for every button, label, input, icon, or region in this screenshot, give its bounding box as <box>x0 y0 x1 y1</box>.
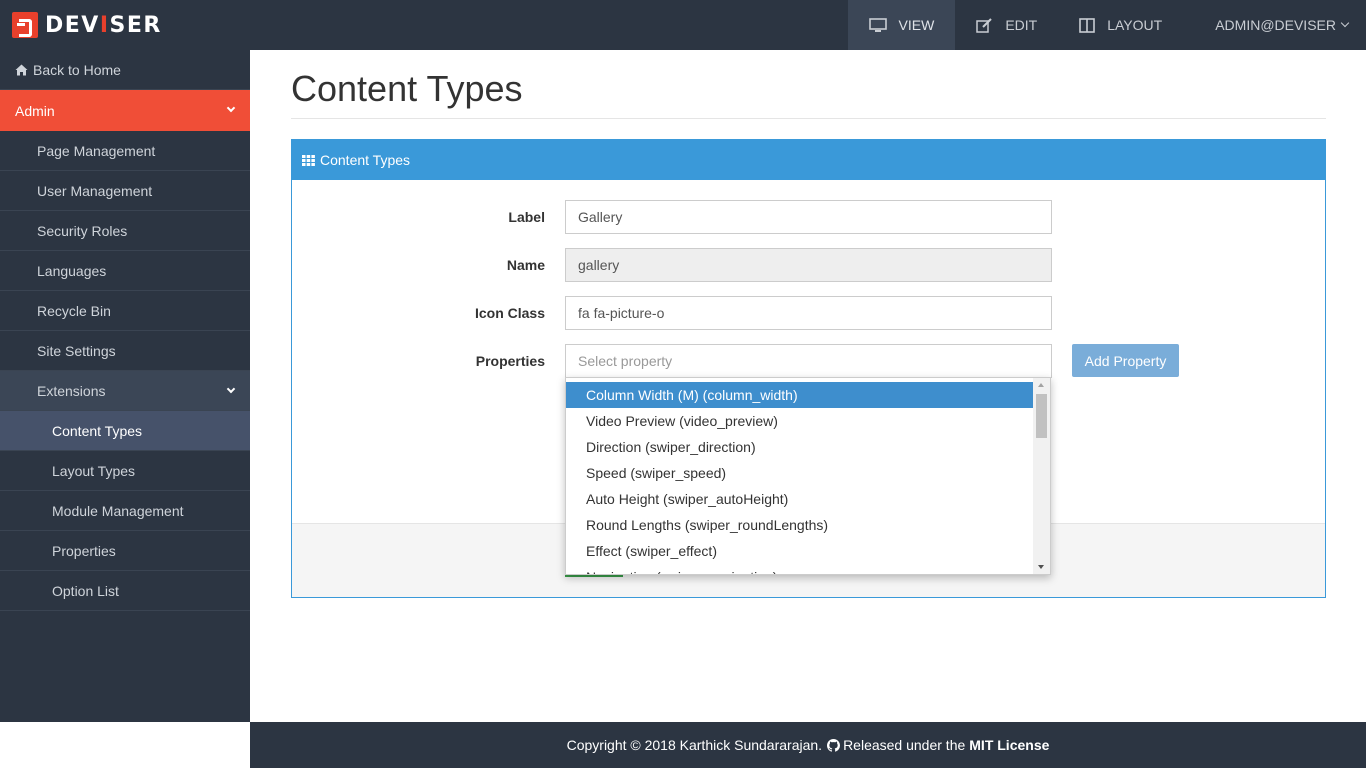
chevron-down-icon <box>226 384 236 394</box>
layout-mode-button[interactable]: LAYOUT <box>1058 0 1183 50</box>
sidebar-item-option-list[interactable]: Option List <box>0 571 250 611</box>
dropdown-scrollbar[interactable] <box>1033 378 1050 574</box>
sidebar-item-site-settings[interactable]: Site Settings <box>0 331 250 371</box>
top-navbar: DEVISER VIEW EDIT LAYOUT ADMIN@DEVISER <box>0 0 1366 50</box>
title-divider <box>291 118 1326 119</box>
name-field-label: Name <box>506 257 545 273</box>
sidebar-item-label: Languages <box>37 262 107 279</box>
dropdown-option[interactable]: Effect (swiper_effect) <box>566 538 1035 564</box>
chevron-down-icon <box>226 103 236 113</box>
monitor-icon <box>868 17 887 33</box>
sidebar-item-extensions[interactable]: Extensions <box>0 371 250 411</box>
columns-icon <box>1079 17 1096 33</box>
dropdown-option[interactable]: Auto Height (swiper_autoHeight) <box>566 486 1035 512</box>
panel-title: Content Types <box>320 152 411 168</box>
panel-header: Content Types <box>292 140 1325 180</box>
copyright-text: Copyright © 2018 Karthick Sundararajan. <box>566 737 823 753</box>
icon-class-input[interactable]: fa fa-picture-o <box>565 296 1052 330</box>
dropdown-option[interactable]: Column Width (M) (column_width) <box>566 382 1035 408</box>
sidebar-item-label: Extensions <box>37 382 106 399</box>
sidebar-item-label: Page Management <box>37 142 156 159</box>
scroll-down-arrow-icon[interactable] <box>1038 565 1044 569</box>
scroll-up-arrow-icon[interactable] <box>1038 383 1044 387</box>
label-row: Label Gallery <box>292 200 1325 234</box>
sidebar-item-label: Security Roles <box>37 222 128 239</box>
user-menu[interactable]: ADMIN@DEVISER <box>1183 0 1366 50</box>
name-row: Name gallery <box>292 248 1325 282</box>
admin-sidebar: Back to Home Admin Page Management User … <box>0 50 250 722</box>
sidebar-item-user-management[interactable]: User Management <box>0 171 250 211</box>
sidebar-item-label: Recycle Bin <box>37 302 111 319</box>
brand-logo[interactable]: DEVISER <box>12 12 162 38</box>
dropdown-option[interactable]: Speed (swiper_speed) <box>566 460 1035 486</box>
home-icon <box>15 64 28 76</box>
sidebar-item-layout-types[interactable]: Layout Types <box>0 451 250 491</box>
label-input[interactable]: Gallery <box>565 200 1052 234</box>
user-email: ADMIN@DEVISER <box>1215 17 1336 33</box>
th-grid-icon <box>302 154 315 166</box>
sidebar-item-label: Content Types <box>52 422 143 439</box>
sidebar-item-security-roles[interactable]: Security Roles <box>0 211 250 251</box>
page-title: Content Types <box>291 68 523 109</box>
chevron-down-icon <box>1340 18 1350 28</box>
layout-label: LAYOUT <box>1107 17 1163 33</box>
properties-row: Properties Select property Add Property <box>292 344 1325 378</box>
sidebar-item-label: Properties <box>52 542 116 559</box>
property-dropdown-list: Column Width (M) (column_width) Video Pr… <box>565 377 1051 575</box>
admin-label: Admin <box>15 102 55 119</box>
released-text: Released under the <box>843 737 966 753</box>
sidebar-item-module-management[interactable]: Module Management <box>0 491 250 531</box>
add-property-button[interactable]: Add Property <box>1072 344 1179 377</box>
name-input: gallery <box>565 248 1052 282</box>
edit-label: EDIT <box>1005 17 1038 33</box>
dropdown-option[interactable]: Video Preview (video_preview) <box>566 408 1035 434</box>
sidebar-item-label: Module Management <box>52 502 184 519</box>
mit-license-link[interactable]: MIT License <box>969 737 1049 753</box>
label-field-label: Label <box>508 209 545 225</box>
sidebar-item-label: Site Settings <box>37 342 116 359</box>
sidebar-item-label: Option List <box>52 582 119 599</box>
icon-class-field-label: Icon Class <box>474 305 545 321</box>
dropdown-option[interactable]: Round Lengths (swiper_roundLengths) <box>566 512 1035 538</box>
sidebar-item-languages[interactable]: Languages <box>0 251 250 291</box>
icon-class-row: Icon Class fa fa-picture-o <box>292 296 1325 330</box>
back-label: Back to Home <box>33 61 121 78</box>
sidebar-item-page-management[interactable]: Page Management <box>0 131 250 171</box>
dropdown-option[interactable]: Navigation (swiper_navigation) <box>566 564 1035 574</box>
scroll-thumb[interactable] <box>1036 394 1047 438</box>
sidebar-item-properties[interactable]: Properties <box>0 531 250 571</box>
dropdown-option[interactable]: Direction (swiper_direction) <box>566 434 1035 460</box>
property-options: Column Width (M) (column_width) Video Pr… <box>566 378 1035 574</box>
back-to-home-link[interactable]: Back to Home <box>0 50 250 90</box>
sidebar-item-admin[interactable]: Admin <box>0 90 250 131</box>
edit-icon <box>976 17 993 33</box>
property-select[interactable]: Select property <box>565 344 1052 378</box>
top-nav-menu: VIEW EDIT LAYOUT ADMIN@DEVISER <box>847 0 1366 50</box>
brand-name: DEVISER <box>45 12 162 38</box>
sidebar-item-label: User Management <box>37 182 153 199</box>
view-mode-button[interactable]: VIEW <box>847 0 956 50</box>
view-label: VIEW <box>898 17 935 33</box>
page-footer: Copyright © 2018 Karthick Sundararajan. … <box>250 722 1366 768</box>
github-icon <box>827 738 841 752</box>
deviser-logo-icon <box>12 12 38 38</box>
sidebar-item-content-types[interactable]: Content Types <box>0 411 250 451</box>
properties-field-label: Properties <box>475 353 545 369</box>
edit-mode-button[interactable]: EDIT <box>955 0 1058 50</box>
sidebar-item-label: Layout Types <box>52 462 136 479</box>
sidebar-item-recycle-bin[interactable]: Recycle Bin <box>0 291 250 331</box>
